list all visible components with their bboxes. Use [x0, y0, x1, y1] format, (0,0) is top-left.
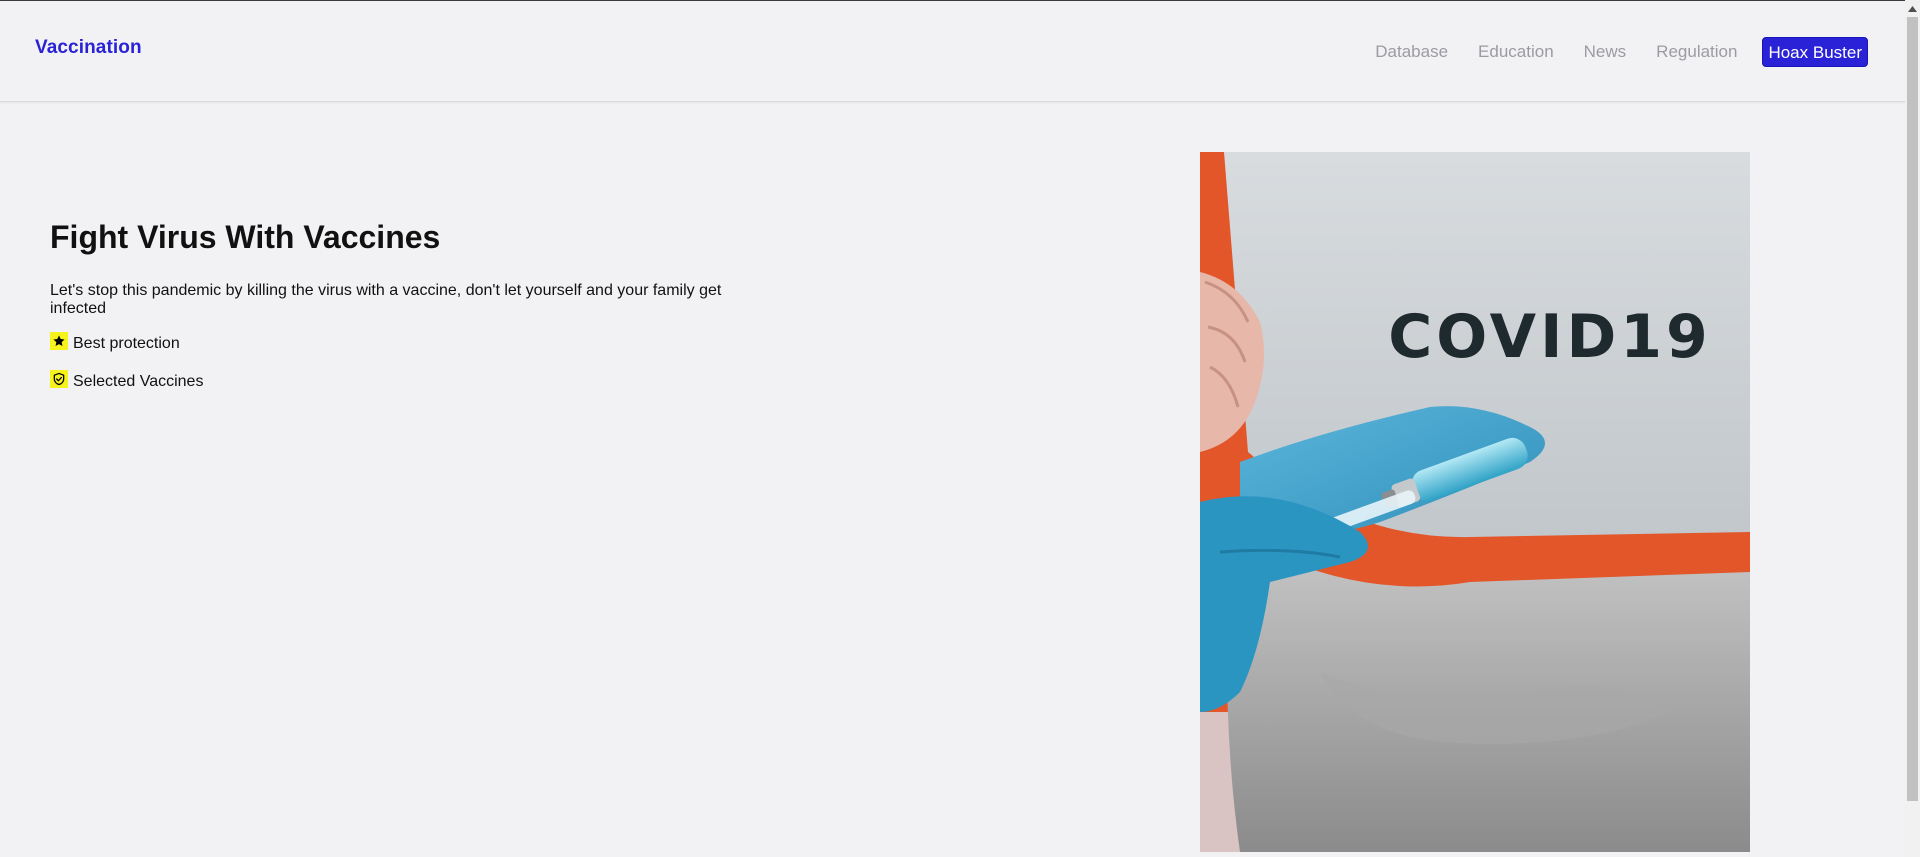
navbar: Vaccination Database Education News Regu… — [0, 1, 1905, 102]
sign-text: COVID19 — [1388, 302, 1712, 372]
nav-link-news[interactable]: News — [1584, 37, 1627, 67]
nav-link-database[interactable]: Database — [1375, 37, 1448, 67]
feature-selected-vaccines: Selected Vaccines — [50, 370, 204, 391]
hoax-buster-button[interactable]: Hoax Buster — [1762, 37, 1868, 67]
covid-vaccine-photo: COVID19 — [1200, 152, 1750, 852]
feature-label: Best protection — [73, 335, 180, 352]
shield-check-icon — [50, 370, 68, 388]
main-nav: Database Education News Regulation Hoax … — [1345, 37, 1868, 67]
hero-title: Fight Virus With Vaccines — [50, 219, 441, 255]
feature-label: Selected Vaccines — [73, 373, 204, 390]
hero-description: Let's stop this pandemic by killing the … — [50, 282, 722, 317]
star-icon — [50, 332, 68, 350]
feature-best-protection: Best protection — [50, 332, 180, 353]
nav-link-education[interactable]: Education — [1478, 37, 1554, 67]
scroll-up-icon[interactable] — [1905, 0, 1920, 17]
vertical-scrollbar[interactable] — [1905, 0, 1920, 857]
brand-logo[interactable]: Vaccination — [35, 37, 142, 59]
scrollbar-thumb[interactable] — [1907, 17, 1918, 801]
nav-link-regulation[interactable]: Regulation — [1656, 37, 1737, 67]
